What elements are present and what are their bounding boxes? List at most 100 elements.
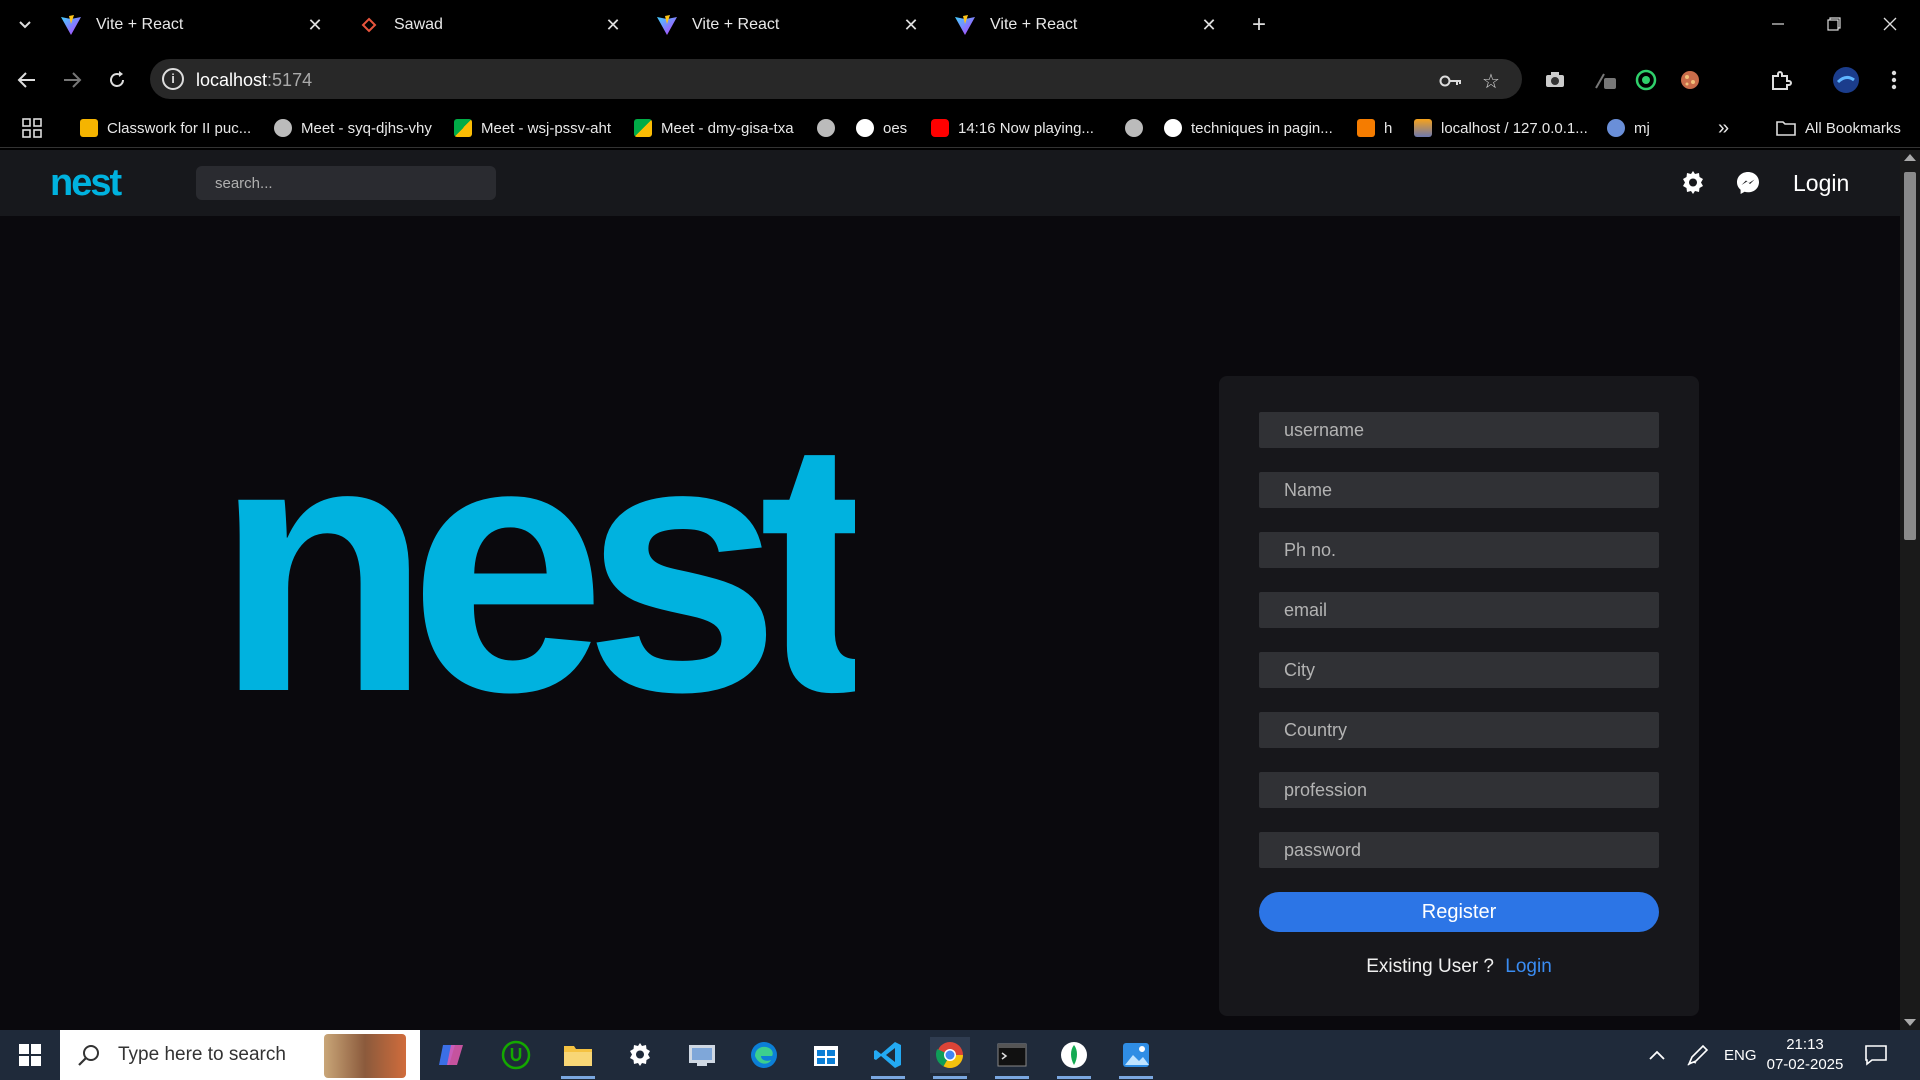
menu-kebab-icon[interactable]	[1880, 66, 1908, 94]
close-window-button[interactable]	[1870, 8, 1910, 40]
bookmark-item[interactable]: mj	[1607, 116, 1650, 140]
password-field[interactable]	[1259, 832, 1659, 868]
edge-icon[interactable]	[744, 1037, 784, 1073]
all-bookmarks-label: All Bookmarks	[1805, 119, 1901, 137]
reload-button[interactable]	[100, 63, 134, 97]
terminal-icon[interactable]	[992, 1037, 1032, 1079]
scrollbar-thumb[interactable]	[1904, 172, 1916, 540]
arrow-right-icon	[64, 72, 82, 88]
vscode-icon[interactable]	[868, 1037, 908, 1079]
bookmark-item[interactable]: oes	[856, 116, 907, 140]
city-field[interactable]	[1259, 652, 1659, 688]
tab-vite-react-1[interactable]: Vite + React ✕	[46, 6, 336, 44]
messenger-icon[interactable]	[1732, 167, 1764, 199]
phone-field[interactable]	[1259, 532, 1659, 568]
system-clock[interactable]: 21:13 07-02-2025	[1760, 1035, 1850, 1075]
photos-icon[interactable]	[1116, 1037, 1156, 1079]
file-explorer-icon[interactable]	[558, 1037, 598, 1079]
nav-login-link[interactable]: Login	[1793, 170, 1849, 197]
reload-icon	[110, 71, 124, 87]
control-panel-icon[interactable]	[682, 1037, 722, 1073]
register-button[interactable]: Register	[1259, 892, 1659, 932]
tab-title: Vite + React	[990, 16, 1078, 33]
profile-avatar-icon[interactable]	[1832, 66, 1860, 94]
mongodb-compass-icon[interactable]	[1054, 1037, 1094, 1079]
profession-field[interactable]	[1259, 772, 1659, 808]
page-scrollbar[interactable]	[1900, 150, 1920, 1030]
google-icon	[1164, 119, 1182, 137]
restore-button[interactable]	[1814, 8, 1854, 40]
address-bar[interactable]: i localhost:5174 ☆	[150, 59, 1522, 99]
upwork-icon[interactable]	[496, 1037, 536, 1073]
copilot-icon[interactable]	[432, 1037, 472, 1073]
nav-logo[interactable]: nest	[50, 162, 122, 205]
register-form: Register Existing User ? Login	[1219, 376, 1699, 1016]
taskbar-search[interactable]: Type here to search	[60, 1030, 420, 1080]
chrome-icon[interactable]	[930, 1037, 970, 1079]
show-hidden-icons-chevron-icon[interactable]	[1648, 1030, 1666, 1080]
password-key-icon[interactable]	[1438, 68, 1464, 94]
bookmark-item[interactable]: h	[1357, 116, 1392, 140]
camera-extension-icon[interactable]	[1541, 66, 1569, 94]
country-field[interactable]	[1259, 712, 1659, 748]
diamond-icon	[358, 14, 380, 36]
vite-icon	[656, 14, 678, 36]
all-bookmarks[interactable]: All Bookmarks	[1776, 116, 1901, 140]
extensions-puzzle-icon[interactable]	[1767, 66, 1795, 94]
bookmark-label: Meet - dmy-gisa-txa	[661, 119, 794, 137]
classroom-icon	[80, 119, 98, 137]
email-field[interactable]	[1259, 592, 1659, 628]
settings-gear-icon[interactable]	[1677, 167, 1709, 199]
target-extension-icon[interactable]	[1632, 66, 1660, 94]
bookmark-item[interactable]: 14:16 Now playing...	[931, 116, 1094, 140]
apps-grid-icon[interactable]	[22, 116, 42, 140]
tab-vite-react-3[interactable]: Vite + React ✕	[940, 6, 1230, 44]
close-icon[interactable]: ✕	[602, 14, 624, 36]
tab-vite-react-2[interactable]: Vite + React ✕	[642, 6, 932, 44]
notification-center-icon[interactable]	[1864, 1030, 1888, 1080]
settings-icon[interactable]	[620, 1037, 660, 1073]
bookmark-item[interactable]: Classwork for II puc...	[80, 116, 251, 140]
bookmark-item[interactable]: localhost / 127.0.0.1...	[1414, 116, 1588, 140]
arrow-left-icon	[17, 72, 35, 88]
language-indicator[interactable]: ENG	[1724, 1030, 1757, 1080]
bookmark-item[interactable]	[817, 116, 835, 140]
extension-icon[interactable]	[1592, 66, 1620, 94]
bookmark-item[interactable]	[1125, 116, 1143, 140]
bookmark-label: Meet - syq-djhs-vhy	[301, 119, 432, 137]
bookmark-item[interactable]: Meet - dmy-gisa-txa	[634, 116, 794, 140]
close-icon[interactable]: ✕	[304, 14, 326, 36]
bookmark-item[interactable]: techniques in pagin...	[1164, 116, 1333, 140]
search-input[interactable]	[196, 166, 496, 200]
name-field[interactable]	[1259, 472, 1659, 508]
chevron-down-icon	[19, 21, 31, 29]
close-icon[interactable]: ✕	[1198, 14, 1220, 36]
bookmark-label: mj	[1634, 119, 1650, 137]
forward-button[interactable]	[55, 63, 89, 97]
store-icon[interactable]	[806, 1037, 846, 1073]
new-tab-button[interactable]: +	[1244, 10, 1274, 40]
cookie-extension-icon[interactable]	[1676, 66, 1704, 94]
scroll-up-icon[interactable]	[1904, 154, 1916, 161]
tab-search-button[interactable]	[10, 10, 40, 40]
url-host: localhost	[196, 70, 268, 90]
back-button[interactable]	[10, 63, 44, 97]
bookmark-item[interactable]: Meet - wsj-pssv-aht	[454, 116, 611, 140]
bookmark-item[interactable]: Meet - syq-djhs-vhy	[274, 116, 432, 140]
bookmark-star-icon[interactable]: ☆	[1478, 68, 1504, 94]
url-port: :5174	[267, 70, 313, 90]
plus-icon: +	[1251, 11, 1266, 38]
close-icon[interactable]: ✕	[900, 14, 922, 36]
tab-sawad[interactable]: Sawad ✕	[344, 6, 634, 44]
folder-icon	[1776, 121, 1796, 136]
more-bookmarks-chevron-icon[interactable]: »	[1718, 116, 1729, 140]
login-link[interactable]: Login	[1505, 956, 1552, 977]
minimize-button[interactable]	[1758, 8, 1798, 40]
pen-tray-icon[interactable]	[1686, 1030, 1710, 1080]
site-info-icon[interactable]: i	[162, 68, 184, 90]
youtube-icon	[931, 119, 949, 137]
phpmyadmin-icon	[1414, 119, 1432, 137]
scroll-down-icon[interactable]	[1904, 1019, 1916, 1026]
start-button[interactable]	[0, 1030, 60, 1080]
username-field[interactable]	[1259, 412, 1659, 448]
